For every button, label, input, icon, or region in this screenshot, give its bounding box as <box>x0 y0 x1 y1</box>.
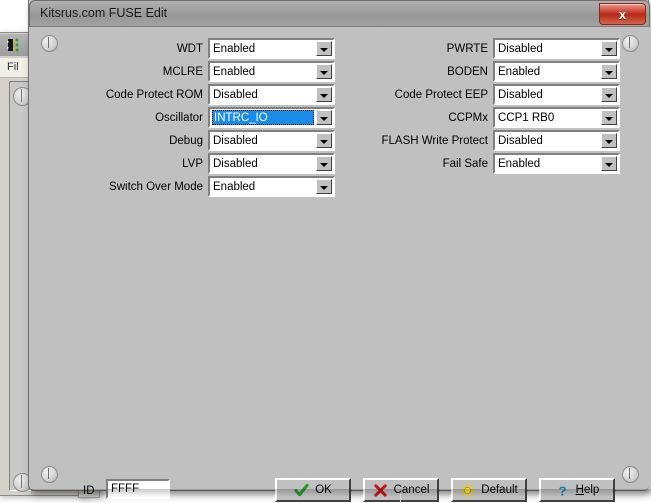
field-row-mclre: MCLRE Enabled <box>70 60 335 83</box>
cancel-button[interactable]: Cancel <box>363 478 439 502</box>
field-row-fail-safe: Fail Safe Enabled <box>355 152 620 175</box>
chevron-down-icon[interactable] <box>316 179 332 194</box>
id-input[interactable] <box>106 479 170 499</box>
chevron-down-icon[interactable] <box>601 41 617 56</box>
dialog-body: WDT Enabled MCLRE Enabled Code Protect R… <box>30 27 649 490</box>
combobox-debug[interactable]: Disabled <box>208 130 335 151</box>
chevron-down-icon[interactable] <box>601 87 617 102</box>
help-button-label: Help <box>576 484 600 496</box>
label-id: ID <box>83 485 95 497</box>
field-row-lvp: LVP Disabled <box>70 152 335 175</box>
combobox-lvp[interactable]: Disabled <box>208 153 335 174</box>
chevron-down-icon[interactable] <box>601 110 617 125</box>
fuse-edit-dialog: Kitsrus.com FUSE Edit x WDT Enabled <box>28 0 649 491</box>
field-row-debug: Debug Disabled <box>70 129 335 152</box>
combobox-fail-safe-value: Enabled <box>498 157 598 171</box>
label-debug: Debug <box>169 134 208 148</box>
combobox-code-protect-eep-value: Disabled <box>498 88 598 102</box>
question-mark-icon: ? <box>555 483 570 498</box>
label-fail-safe: Fail Safe <box>443 157 493 171</box>
dialog-titlebar[interactable]: Kitsrus.com FUSE Edit x <box>29 0 650 27</box>
sun-icon <box>460 483 475 498</box>
chevron-down-icon[interactable] <box>316 64 332 79</box>
combobox-ccpmx[interactable]: CCP1 RB0 <box>493 107 620 128</box>
label-code-protect-eep: Code Protect EEP <box>395 88 493 102</box>
chevron-down-icon[interactable] <box>316 41 332 56</box>
combobox-switch-over-mode[interactable]: Enabled <box>208 176 335 197</box>
combobox-lvp-value: Disabled <box>213 157 313 171</box>
combobox-flash-write-protect-value: Disabled <box>498 134 598 148</box>
resize-knob-icon[interactable] <box>622 35 639 52</box>
label-ccpmx: CCPMx <box>448 111 493 125</box>
desktop-divider <box>400 494 401 503</box>
chevron-down-icon[interactable] <box>316 156 332 171</box>
combobox-ccpmx-value: CCP1 RB0 <box>498 111 598 125</box>
combobox-code-protect-rom-value: Disabled <box>213 88 313 102</box>
field-row-boden: BODEN Enabled <box>355 60 620 83</box>
combobox-code-protect-rom[interactable]: Disabled <box>208 84 335 105</box>
combobox-wdt-value: Enabled <box>213 42 313 56</box>
dialog-bottom-bar: ID OK Cancel <box>30 447 649 490</box>
field-row-pwrte: PWRTE Disabled <box>355 37 620 60</box>
right-settings-column: PWRTE Disabled BODEN Enabled Code Protec… <box>355 37 620 175</box>
cancel-button-label: Cancel <box>394 484 430 496</box>
combobox-flash-write-protect[interactable]: Disabled <box>493 130 620 151</box>
field-row-code-protect-rom: Code Protect ROM Disabled <box>70 83 335 106</box>
resize-knob-icon[interactable] <box>41 35 58 52</box>
close-button[interactable]: x <box>599 3 646 25</box>
combobox-code-protect-eep[interactable]: Disabled <box>493 84 620 105</box>
svg-text:?: ? <box>558 483 566 497</box>
field-row-code-protect-eep: Code Protect EEP Disabled <box>355 83 620 106</box>
chevron-down-icon[interactable] <box>601 64 617 79</box>
x-cross-icon <box>373 483 388 498</box>
close-icon: x <box>600 4 645 24</box>
combobox-pwrte-value: Disabled <box>498 42 598 56</box>
ok-button-label: OK <box>315 484 332 496</box>
combobox-boden-value: Enabled <box>498 65 598 79</box>
field-row-oscillator: Oscillator INTRC_IO <box>70 106 335 129</box>
menu-item-file[interactable]: Fil <box>7 61 19 73</box>
combobox-debug-value: Disabled <box>213 134 313 148</box>
dialog-title: Kitsrus.com FUSE Edit <box>40 6 167 20</box>
chevron-down-icon[interactable] <box>601 133 617 148</box>
chevron-down-icon[interactable] <box>316 133 332 148</box>
field-row-flash-write-protect: FLASH Write Protect Disabled <box>355 129 620 152</box>
combobox-mclre-value: Enabled <box>213 65 313 79</box>
screen: Fil Kitsrus.com FUSE Edit x WDT Ena <box>0 0 651 503</box>
label-wdt: WDT <box>177 42 208 56</box>
combobox-mclre[interactable]: Enabled <box>208 61 335 82</box>
field-row-wdt: WDT Enabled <box>70 37 335 60</box>
check-icon <box>294 483 309 498</box>
label-code-protect-rom: Code Protect ROM <box>106 88 208 102</box>
label-mclre: MCLRE <box>163 65 208 79</box>
help-button-accel: H <box>576 484 584 496</box>
combobox-fail-safe[interactable]: Enabled <box>493 153 620 174</box>
chevron-down-icon[interactable] <box>316 110 332 125</box>
chevron-down-icon[interactable] <box>316 87 332 102</box>
combobox-switch-over-mode-value: Enabled <box>213 180 313 194</box>
combobox-boden[interactable]: Enabled <box>493 61 620 82</box>
field-row-switch-over-mode: Switch Over Mode Enabled <box>70 175 335 198</box>
combobox-pwrte[interactable]: Disabled <box>493 38 620 59</box>
label-flash-write-protect: FLASH Write Protect <box>381 134 493 148</box>
combobox-oscillator-value: INTRC_IO <box>212 110 314 125</box>
combobox-oscillator[interactable]: INTRC_IO <box>208 107 335 128</box>
label-oscillator: Oscillator <box>155 111 208 125</box>
chip-icon <box>4 37 20 53</box>
label-lvp: LVP <box>182 157 208 171</box>
combobox-wdt[interactable]: Enabled <box>208 38 335 59</box>
help-button[interactable]: ? Help <box>539 478 615 502</box>
help-button-rest: elp <box>584 484 599 496</box>
label-pwrte: PWRTE <box>447 42 493 56</box>
label-switch-over-mode: Switch Over Mode <box>109 180 208 194</box>
default-button-label: Default <box>481 484 517 496</box>
left-settings-column: WDT Enabled MCLRE Enabled Code Protect R… <box>70 37 335 198</box>
default-button[interactable]: Default <box>451 478 527 502</box>
field-row-ccpmx: CCPMx CCP1 RB0 <box>355 106 620 129</box>
label-boden: BODEN <box>447 65 493 79</box>
chevron-down-icon[interactable] <box>601 156 617 171</box>
ok-button[interactable]: OK <box>275 478 351 502</box>
